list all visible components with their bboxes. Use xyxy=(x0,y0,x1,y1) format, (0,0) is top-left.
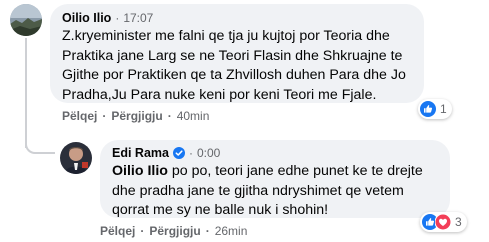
reaction-summary[interactable]: 3 xyxy=(420,212,467,232)
like-reaction-icon xyxy=(420,101,436,117)
avatar-oilio-ilio[interactable] xyxy=(10,4,42,36)
comment-time[interactable]: 17:07 xyxy=(123,11,153,25)
reply-button[interactable]: Përgjigju xyxy=(111,109,162,123)
separator: · xyxy=(115,11,120,25)
separator: · xyxy=(188,146,193,160)
reply-text: Oilio Ilio po po, teori jane edhe punet … xyxy=(112,162,438,221)
comment-time[interactable]: 0:00 xyxy=(197,146,220,160)
reaction-count: 3 xyxy=(455,215,462,229)
reply-actions: Pëlqej · Përgjigju · 26min xyxy=(100,224,247,238)
author-name[interactable]: Edi Rama xyxy=(112,146,169,160)
comment-1: Oilio Ilio · 17:07 Z.kryeminister me fal… xyxy=(0,0,489,125)
verified-badge-icon xyxy=(172,147,185,159)
comment-bubble: Oilio Ilio · 17:07 Z.kryeminister me fal… xyxy=(50,4,424,103)
comment-text: Z.kryeminister me falni qe tja ju kujtoj… xyxy=(62,28,406,103)
separator: · xyxy=(102,109,107,123)
comment-2: Edi Rama · 0:00 Oilio Ilio po po, teori … xyxy=(0,136,489,242)
like-button[interactable]: Pëlqej xyxy=(62,109,97,123)
separator: · xyxy=(167,109,172,123)
author-name[interactable]: Oilio Ilio xyxy=(62,11,111,25)
thread-line xyxy=(25,38,27,148)
comment-age[interactable]: 26min xyxy=(215,224,248,238)
comment-age[interactable]: 40min xyxy=(177,109,210,123)
separator: · xyxy=(205,224,210,238)
reaction-count: 1 xyxy=(440,102,447,116)
reply-button[interactable]: Përgjigju xyxy=(149,224,200,238)
love-reaction-icon xyxy=(435,214,451,230)
reply-bubble: Edi Rama · 0:00 Oilio Ilio po po, teori … xyxy=(100,140,450,218)
separator: · xyxy=(140,224,145,238)
avatar-edi-rama[interactable] xyxy=(60,142,92,174)
mention-link[interactable]: Oilio Ilio xyxy=(112,163,168,179)
like-button[interactable]: Pëlqej xyxy=(100,224,135,238)
comment-actions: Pëlqej · Përgjigju · 40min xyxy=(62,109,209,123)
reaction-summary[interactable]: 1 xyxy=(418,99,452,119)
